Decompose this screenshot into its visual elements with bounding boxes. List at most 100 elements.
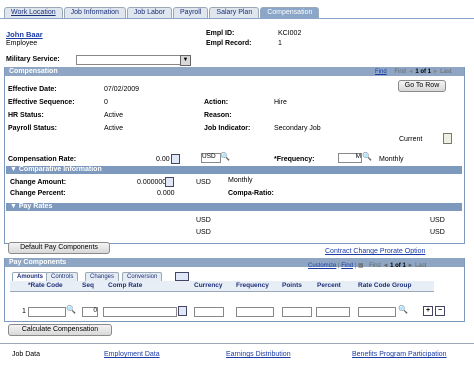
chevron-down-icon[interactable]: ▼ [180,55,191,66]
col-comp-rate[interactable]: Comp Rate [108,282,142,289]
frequency-text: Monthly [379,156,404,163]
compensation-title: Compensation [9,68,58,75]
tab-payroll[interactable]: Payroll [173,7,209,18]
pay-components-title: Pay Components [9,259,67,266]
change-amount-label: Change Amount: [10,179,67,186]
action-value: Hire [274,99,287,106]
show-all-columns-icon[interactable] [175,272,189,281]
frequency-input[interactable]: M [338,153,362,163]
last-link[interactable]: Last [440,69,451,75]
notepad-icon[interactable] [443,133,452,144]
contract-change-link[interactable]: Contract Change Prorate Option [325,248,425,255]
currency-input[interactable]: USD [201,153,221,163]
comp-rate-value[interactable]: 0.00 [156,156,170,163]
tab-salary-plan[interactable]: Salary Plan [209,7,260,18]
grid-icon[interactable]: ▦ [358,263,364,269]
search-icon[interactable]: 🔍 [362,152,372,161]
compa-ratio-label: Compa-Ratio: [228,190,274,197]
pay-rate-cell: USD [196,229,211,236]
tab-work-location[interactable]: Work Location [4,7,63,18]
reason-label: Reason: [204,112,232,119]
effective-date-value: 07/02/2009 [104,86,140,93]
calculator-icon[interactable] [165,177,174,187]
collapse-icon[interactable]: ▼ [10,166,19,173]
add-row-icon[interactable]: + [423,306,433,316]
last-link[interactable]: Last [415,263,426,269]
tab-job-information[interactable]: Job Information [63,7,126,18]
pay-rate-cell: USD [430,229,445,236]
subtab-amounts[interactable]: Amounts [12,272,48,281]
job-indicator-value: Secondary Job [274,125,321,132]
col-frequency[interactable]: Frequency [236,282,269,289]
rate-code-input[interactable] [28,307,66,317]
pay-components-table-header: *Rate Code Seq Comp Rate Currency Freque… [10,281,434,292]
seq-input[interactable]: 0 [82,307,98,317]
go-to-row-button[interactable]: Go To Row [398,80,446,92]
employment-data-link[interactable]: Employment Data [104,351,160,358]
earnings-distribution-link[interactable]: Earnings Distribution [226,351,291,358]
tab-compensation[interactable]: Compensation [260,7,320,18]
pay-rates-header[interactable]: ▼ Pay Rates [6,203,462,211]
next-icon[interactable]: ► [407,263,413,269]
pay-rate-cell: USD [196,217,211,224]
subtab-controls[interactable]: Controls [46,272,79,281]
find-link[interactable]: Find [375,69,387,75]
rate-code-group-input[interactable] [358,307,396,317]
currency-input[interactable] [194,307,224,317]
first-link[interactable]: First [394,69,406,75]
benefits-program-link[interactable]: Benefits Program Participation [352,351,447,358]
search-icon[interactable]: 🔍 [220,152,230,161]
prev-icon[interactable]: ◄ [408,69,414,75]
pay-components-nav: Customize | Find | ▦ First ◄ 1 of 1 ► La… [308,263,427,269]
change-currency: USD [196,179,211,186]
calculator-icon[interactable] [171,154,180,164]
military-service-select[interactable] [76,55,190,65]
row-number: 1 [22,308,26,315]
customize-link[interactable]: Customize [308,263,336,269]
footer-divider [0,343,474,344]
col-rate-code-group[interactable]: Rate Code Group [358,282,411,289]
footer-job-data: Job Data [12,351,41,358]
col-currency[interactable]: Currency [194,282,223,289]
effective-seq-label: Effective Sequence: [8,99,75,106]
pager-text: 1 of 1 [415,69,431,75]
collapse-icon[interactable]: ▼ [10,203,19,210]
comp-rate-input[interactable] [103,307,177,317]
tab-job-labor[interactable]: Job Labor [126,7,173,18]
find-link[interactable]: Find [341,263,353,269]
first-link[interactable]: First [369,263,381,269]
subtab-changes[interactable]: Changes [85,272,120,281]
military-service-label: Military Service: [6,56,60,63]
search-icon[interactable]: 🔍 [398,305,408,314]
empl-record-value: 1 [278,40,282,47]
prev-icon[interactable]: ◄ [383,263,389,269]
job-indicator-label: Job Indicator: [204,125,251,132]
search-icon[interactable]: 🔍 [66,305,76,314]
points-input[interactable] [282,307,312,317]
subtab-conversion[interactable]: Conversion [122,272,163,281]
percent-input[interactable] [316,307,350,317]
comparative-title: Comparative Information [18,166,102,173]
employee-name: John Baar [6,30,43,39]
tab-divider [0,18,474,19]
col-points[interactable]: Points [282,282,302,289]
col-rate-code[interactable]: *Rate Code [28,282,63,289]
hr-status-label: HR Status: [8,112,44,119]
default-pay-components-button[interactable]: Default Pay Components [8,242,110,254]
next-icon[interactable]: ► [433,69,439,75]
comparative-header[interactable]: ▼ Comparative Information [6,166,462,174]
action-label: Action: [204,99,229,106]
frequency-input[interactable] [236,307,274,317]
pay-rate-cell: USD [430,217,445,224]
col-percent[interactable]: Percent [317,282,341,289]
change-percent-label: Change Percent: [10,190,66,197]
col-seq[interactable]: Seq [82,282,94,289]
delete-row-icon[interactable]: − [435,306,445,316]
page-tabs: Work Location Job Information Job Labor … [4,7,320,18]
payroll-status-value: Active [104,125,124,132]
change-percent-value: 0.000 [157,190,175,197]
calculator-icon[interactable] [178,306,187,316]
change-amount-value: 0.000000 [137,179,167,186]
empl-id-value: KCI002 [278,30,302,37]
calculate-compensation-button[interactable]: Calculate Compensation [8,324,112,336]
